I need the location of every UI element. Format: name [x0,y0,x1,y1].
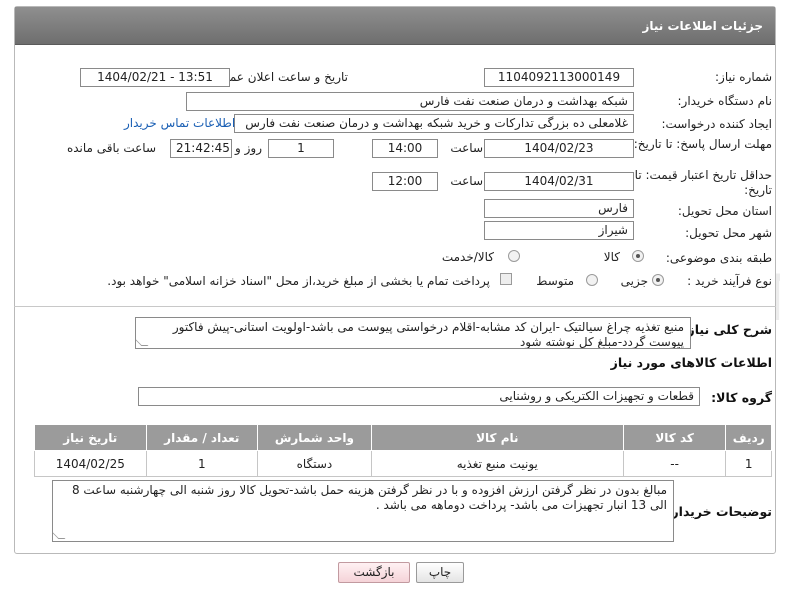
price-time-label: ساعت [450,174,483,188]
process-option-medium: متوسط [536,274,574,288]
goods-section-title: اطلاعات کالاهای مورد نیاز [610,355,772,370]
process-option-small: جزیی [620,274,648,288]
cell-date: 1404/02/25 [34,450,147,477]
days-label: روز و [235,141,262,155]
col-code: کد کالا [622,424,727,451]
process-type-label: نوع فرآیند خرید : [687,274,772,288]
print-button[interactable]: چاپ [416,562,464,583]
description-text: منبع تغذیه چراغ سیالتیک -ایران کد مشابه-… [172,320,684,349]
remaining-days-field: 1 [268,139,334,158]
buyer-org-label: نام دستگاه خریدار: [677,94,773,108]
cell-qty: 1 [145,450,259,477]
need-number-label: شماره نیاز: [715,70,772,84]
buyer-org-field: شبکه بهداشت و درمان صنعت نفت فارس [186,92,634,111]
price-validity-time: 12:00 [372,172,438,191]
category-option-goods: کالا [603,250,620,264]
table-row: 1 -- یونیت منبع تغذیه دستگاه 1 1404/02/2… [34,450,772,477]
goods-table: ردیف کد کالا نام کالا واحد شمارش تعداد /… [34,424,772,477]
reply-time-label: ساعت [450,141,483,155]
treasury-payment-checkbox[interactable] [500,273,512,285]
province-label: استان محل تحویل: [677,204,772,218]
goods-group-field: قطعات و تجهیزات الکتریکی و روشنایی [138,387,700,406]
table-header-row: ردیف کد کالا نام کالا واحد شمارش تعداد /… [34,424,772,451]
cell-code: -- [622,450,727,477]
city-label: شهر محل تحویل: [685,226,772,240]
announce-date-field: 1404/02/21 - 13:51 [80,68,230,87]
province-field: فارس [484,199,634,218]
buyer-notes-text: مبالغ بدون در نظر گرفتن ارزش افزوده و با… [71,483,667,512]
section-divider [14,306,776,307]
col-row: ردیف [725,424,772,451]
cell-row: 1 [725,450,772,477]
cell-unit: دستگاه [257,450,372,477]
col-name: نام کالا [370,424,624,451]
notes-resize-handle[interactable] [53,532,66,539]
col-unit: واحد شمارش [257,424,372,451]
buyer-notes-textarea[interactable]: مبالغ بدون در نظر گرفتن ارزش افزوده و با… [52,480,674,542]
need-number-field: 1104092113000149 [484,68,634,87]
reply-deadline-time: 14:00 [372,139,438,158]
resize-handle[interactable] [136,339,149,346]
process-radio-medium[interactable] [586,274,598,286]
panel-header: جزئیات اطلاعات نیاز [15,7,775,45]
goods-group-label: گروه کالا: [711,390,772,405]
price-validity-date: 1404/02/31 [484,172,634,191]
remaining-time-field: 21:42:45 [170,139,232,158]
creator-label: ایجاد کننده درخواست: [661,117,772,131]
back-button[interactable]: بازگشت [338,562,410,583]
process-radio-small[interactable] [652,274,664,286]
treasury-payment-note: پرداخت تمام یا بخشی از مبلغ خرید،از محل … [107,274,490,288]
city-field: شیراز [484,221,634,240]
description-label: شرح کلی نیاز: [682,322,772,337]
buyer-contact-link[interactable]: اطلاعات تماس خریدار [124,116,235,130]
category-label: طبقه بندی موضوعی: [665,251,772,265]
reply-deadline-date: 1404/02/23 [484,139,634,158]
page-title: جزئیات اطلاعات نیاز [642,19,763,33]
remaining-time-label: ساعت باقی مانده [66,141,156,155]
reply-deadline-label: مهلت ارسال پاسخ: تا تاریخ: [633,137,772,151]
cell-name: یونیت منبع تغذیه [370,450,624,477]
creator-field: غلامعلی ده بزرگی تدارکات و خرید شبکه بهد… [234,114,634,133]
description-textarea[interactable]: منبع تغذیه چراغ سیالتیک -ایران کد مشابه-… [135,317,691,349]
buyer-notes-label: توضیحات خریدار: [666,504,772,519]
col-qty: تعداد / مقدار [145,424,259,451]
category-option-goods-service: کالا/خدمت [441,250,494,264]
col-date: تاریخ نیاز [34,424,147,451]
category-radio-goods[interactable] [632,250,644,262]
price-validity-label: حداقل تاریخ اعتبار قیمت: تا تاریخ: [634,168,772,197]
category-radio-goods-service[interactable] [508,250,520,262]
